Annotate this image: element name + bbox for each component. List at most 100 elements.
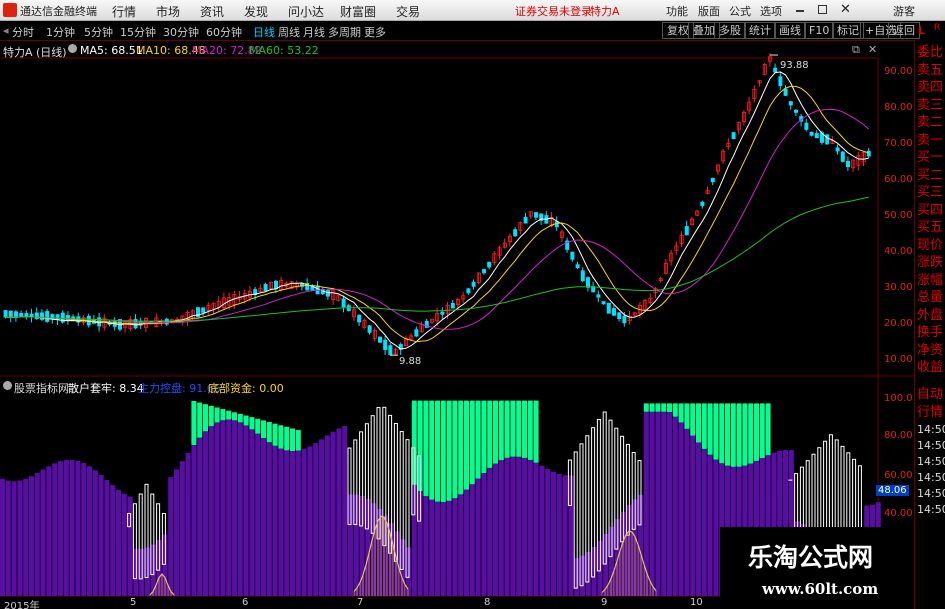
purple-bar: [510, 456, 516, 596]
green-bar: [284, 426, 290, 451]
quote-label-5: 卖一: [917, 132, 944, 148]
price-tick-40: 40.00: [884, 246, 913, 257]
purple-bar: [58, 461, 63, 596]
purple-bar: [261, 438, 266, 596]
candle-body: [8, 310, 13, 318]
retail-trapped-label: 散户套牢: 8.34: [68, 382, 144, 395]
candle-body: [440, 311, 445, 315]
green-bar: [672, 403, 678, 417]
purple-bar: [29, 476, 34, 596]
watermark-title: 乐淘公式网: [748, 543, 874, 572]
purple-bar: [556, 473, 562, 596]
quote-labels: 委比 卖五 卖四 卖三 卖二 卖一 买一 买二 买三 买四 买五 现价 涨跌 涨幅 总量 外盘 换手 净资 收益: [917, 44, 943, 377]
green-bar: [226, 410, 232, 420]
purple-bar: [481, 473, 487, 596]
low-price-annotation: 9.88: [399, 356, 422, 367]
green-bar: [684, 403, 690, 429]
candle-body: [377, 336, 382, 343]
green-bar: [713, 403, 719, 460]
indicator-settings-icon[interactable]: [3, 381, 12, 390]
purple-bar: [284, 450, 290, 596]
quote-label-4: 卖二: [917, 115, 944, 130]
quote-label-3: 卖三: [917, 97, 944, 113]
tick-label-4: 14:50: [917, 455, 945, 468]
ma60-line: [5, 196, 869, 322]
purple-bar: [23, 478, 29, 596]
green-bar: [696, 403, 701, 443]
candle-body: [40, 312, 45, 320]
price-tick-10: 10.00: [884, 354, 913, 365]
green-bar: [191, 400, 197, 445]
green-bar: [243, 415, 249, 426]
purple-bar: [667, 411, 672, 596]
purple-bar: [75, 460, 81, 596]
green-bar: [533, 400, 539, 463]
green-bar: [754, 403, 759, 461]
tick-label-7: 14:50: [917, 503, 945, 516]
purple-bar: [52, 463, 58, 596]
purple-bar: [690, 435, 696, 596]
candle-body: [866, 150, 871, 157]
tick-label-0: 自动: [917, 387, 944, 402]
candle-body: [164, 318, 169, 325]
kline-chart[interactable]: [0, 0, 914, 609]
green-bar: [690, 403, 696, 436]
green-bar: [742, 403, 748, 466]
purple-bar: [324, 435, 330, 596]
green-bar: [719, 403, 725, 464]
candle-body: [580, 270, 585, 282]
purple-bar: [458, 494, 464, 596]
green-bar: [272, 423, 278, 446]
purple-bar: [185, 452, 191, 596]
quote-label-15: 外盘: [917, 307, 944, 323]
quote-label-6: 买一: [917, 150, 944, 165]
purple-bar: [307, 446, 313, 596]
purple-bar: [127, 496, 133, 596]
quote-label-9: 买四: [917, 202, 944, 218]
candle-body: [201, 307, 206, 313]
candle-body: [19, 313, 24, 317]
candle-body: [487, 261, 492, 268]
price-tick-80: 80.00: [884, 102, 913, 113]
green-bar: [504, 400, 510, 458]
purple-bar: [545, 468, 551, 596]
green-bar: [208, 405, 214, 427]
tick-label-6: 14:50: [917, 487, 945, 500]
quote-label-0: 委比: [917, 45, 944, 60]
purple-bar: [498, 460, 504, 596]
purple-bar: [11, 481, 17, 596]
purple-bar: [17, 480, 23, 596]
candle-body: [814, 133, 819, 139]
purple-bar: [469, 484, 475, 596]
candle-body: [513, 229, 518, 237]
green-bar: [498, 400, 504, 461]
candle-body: [414, 329, 419, 337]
purple-bar: [446, 500, 452, 596]
price-tick-20: 20.00: [884, 318, 913, 329]
price-tick-50: 50.00: [884, 210, 913, 221]
candle-body: [601, 301, 606, 305]
candle-body: [710, 177, 715, 183]
purple-bar: [707, 454, 713, 596]
purple-bar: [475, 478, 481, 596]
ind-tick-40: 40.00: [884, 508, 913, 519]
candle-body: [809, 131, 814, 136]
panel-toggle-icon[interactable]: L: [918, 24, 925, 37]
purple-bar: [40, 469, 46, 596]
candle-body: [481, 269, 486, 274]
green-bar: [481, 400, 487, 474]
price-tick-70: 70.00: [884, 138, 913, 149]
purple-bar: [214, 422, 220, 596]
candle-body: [731, 132, 736, 139]
purple-bar: [34, 473, 40, 596]
candle-body: [383, 339, 388, 351]
purple-bar: [330, 431, 336, 596]
quote-label-2: 卖四: [917, 80, 944, 95]
purple-bar: [290, 451, 295, 596]
candle-body: [612, 308, 617, 316]
green-bar: [522, 400, 527, 458]
candle-body: [778, 76, 783, 87]
tick-labels: 自动行情 14:50 14:50 14:50 14:50 14:50 14:50: [917, 386, 945, 518]
green-bar: [730, 403, 736, 467]
candle-body: [471, 281, 476, 287]
